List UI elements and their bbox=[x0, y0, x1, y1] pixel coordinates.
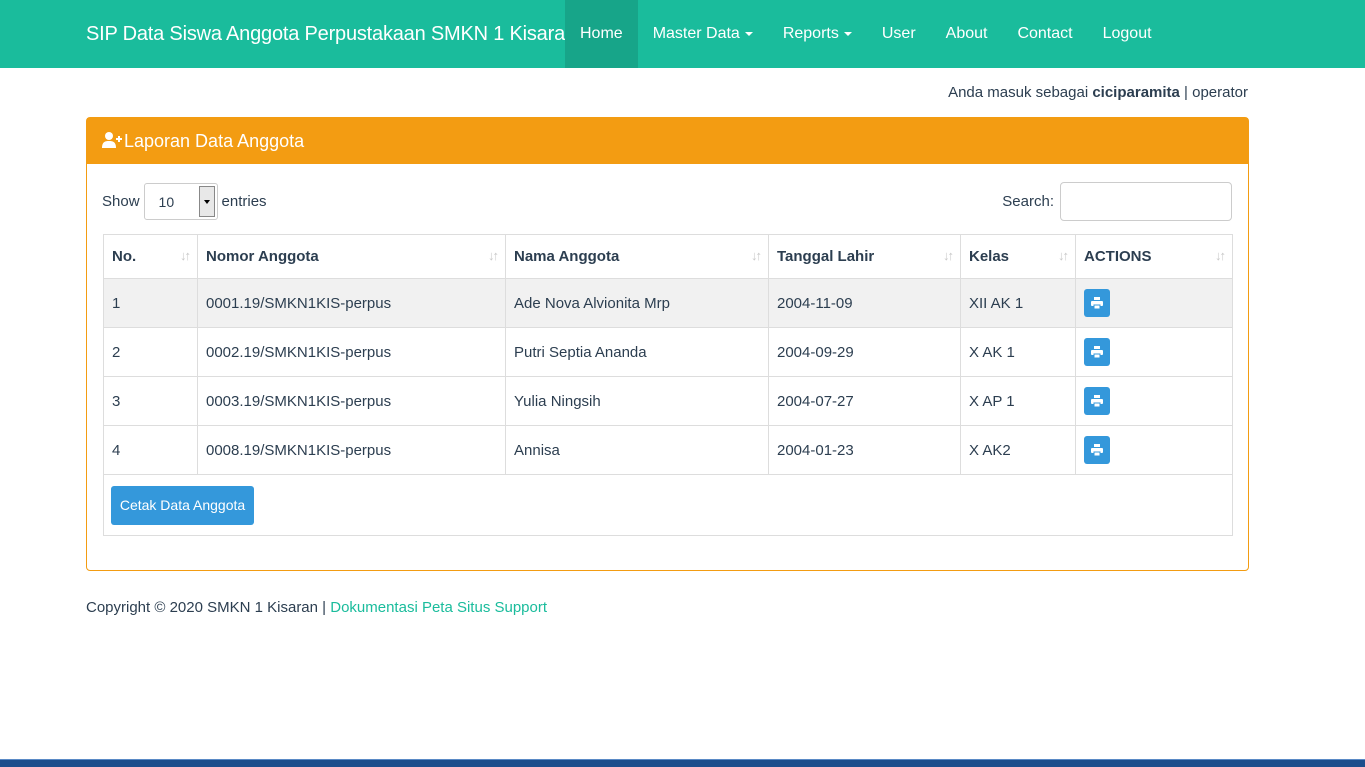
col-header-nama[interactable]: Nama Anggota ↓↑ bbox=[505, 234, 769, 279]
cell-tanggal: 2004-07-27 bbox=[768, 376, 961, 426]
cetak-data-button[interactable]: Cetak Data Anggota bbox=[111, 486, 254, 525]
col-header-label: Kelas bbox=[969, 248, 1010, 265]
table-header-row: No. ↓↑ Nomor Anggota ↓↑ Nama Anggota ↓↑ Tan… bbox=[103, 234, 1233, 279]
brand-title[interactable]: SIP Data Siswa Anggota Perpustakaan SMKN… bbox=[86, 0, 576, 68]
caret-down-icon bbox=[744, 31, 753, 36]
table-footer-frame bbox=[103, 475, 1233, 536]
navbar: SIP Data Siswa Anggota Perpustakaan SMKN… bbox=[0, 0, 1365, 68]
entries-select[interactable]: 10 bbox=[143, 183, 218, 220]
sort-icon: ↓↑ bbox=[1058, 248, 1069, 263]
report-panel: Laporan Data Anggota Show 10 entries Sea… bbox=[86, 117, 1249, 571]
caret-down-icon bbox=[843, 31, 852, 36]
print-icon bbox=[1091, 444, 1103, 456]
cell-actions bbox=[1075, 376, 1233, 426]
copyright-text: Copyright © 2020 SMKN 1 Kisaran | bbox=[86, 599, 327, 616]
nav-master-data[interactable]: Master Data bbox=[638, 0, 768, 68]
cell-actions bbox=[1075, 327, 1233, 377]
cell-nomor: 0002.19/SMKN1KIS-perpus bbox=[197, 327, 506, 377]
col-header-nomor[interactable]: Nomor Anggota ↓↑ bbox=[197, 234, 506, 279]
nav-reports[interactable]: Reports bbox=[768, 0, 867, 68]
print-button[interactable] bbox=[1084, 289, 1110, 317]
sort-icon: ↓↑ bbox=[751, 248, 762, 263]
cell-kelas: XII AK 1 bbox=[960, 278, 1076, 328]
entries-control: Show 10 entries bbox=[102, 183, 267, 220]
cell-nomor: 0001.19/SMKN1KIS-perpus bbox=[197, 278, 506, 328]
table-row: 3 0003.19/SMKN1KIS-perpus Yulia Ningsih … bbox=[103, 376, 1233, 426]
sort-icon: ↓↑ bbox=[488, 248, 499, 263]
nav-user-label: User bbox=[881, 25, 916, 42]
cell-kelas: X AP 1 bbox=[960, 376, 1076, 426]
print-button[interactable] bbox=[1084, 338, 1110, 366]
entries-label: entries bbox=[221, 193, 267, 210]
login-info: Anda masuk sebagai ciciparamita | operat… bbox=[948, 84, 1248, 101]
user-plus-icon bbox=[102, 119, 124, 165]
cell-nama: Yulia Ningsih bbox=[505, 376, 769, 426]
cell-nomor: 0008.19/SMKN1KIS-perpus bbox=[197, 425, 506, 475]
show-label: Show bbox=[102, 193, 140, 210]
search-input[interactable] bbox=[1060, 182, 1232, 221]
cell-tanggal: 2004-01-23 bbox=[768, 425, 961, 475]
login-role: operator bbox=[1192, 84, 1248, 101]
nav-logout-label: Logout bbox=[1102, 25, 1152, 42]
cell-nama: Annisa bbox=[505, 425, 769, 475]
nav-menu: Home Master Data Reports User About Cont… bbox=[565, 0, 1167, 68]
members-table: No. ↓↑ Nomor Anggota ↓↑ Nama Anggota ↓↑ Tan… bbox=[103, 234, 1233, 475]
col-header-label: ACTIONS bbox=[1084, 248, 1152, 265]
login-prefix: Anda masuk sebagai bbox=[948, 84, 1089, 101]
sort-icon: ↓↑ bbox=[1215, 248, 1226, 263]
nav-about-label: About bbox=[945, 25, 988, 42]
login-username: ciciparamita bbox=[1092, 84, 1180, 101]
cell-nama: Ade Nova Alvionita Mrp bbox=[505, 278, 769, 328]
print-icon bbox=[1091, 395, 1103, 407]
cell-tanggal: 2004-09-29 bbox=[768, 327, 961, 377]
os-taskbar bbox=[0, 759, 1365, 767]
search-label: Search: bbox=[1002, 193, 1054, 210]
nav-about[interactable]: About bbox=[931, 0, 1003, 68]
panel-heading: Laporan Data Anggota bbox=[87, 118, 1248, 164]
table-row: 1 0001.19/SMKN1KIS-perpus Ade Nova Alvio… bbox=[103, 278, 1233, 328]
col-header-label: Nomor Anggota bbox=[206, 248, 319, 265]
print-button[interactable] bbox=[1084, 387, 1110, 415]
footer: Copyright © 2020 SMKN 1 Kisaran | Dokume… bbox=[86, 599, 547, 616]
nav-contact[interactable]: Contact bbox=[1002, 0, 1087, 68]
col-header-label: Tanggal Lahir bbox=[777, 248, 875, 265]
col-header-no[interactable]: No. ↓↑ bbox=[103, 234, 198, 279]
cell-no: 4 bbox=[103, 425, 198, 475]
search-control: Search: bbox=[1002, 182, 1232, 221]
table-row: 2 0002.19/SMKN1KIS-perpus Putri Septia A… bbox=[103, 327, 1233, 377]
print-icon bbox=[1091, 297, 1103, 309]
cell-no: 3 bbox=[103, 376, 198, 426]
col-header-tanggal[interactable]: Tanggal Lahir ↓↑ bbox=[768, 234, 961, 279]
cell-tanggal: 2004-11-09 bbox=[768, 278, 961, 328]
sort-icon: ↓↑ bbox=[180, 248, 191, 263]
col-header-label: No. bbox=[112, 248, 137, 265]
cell-actions bbox=[1075, 278, 1233, 328]
cell-no: 1 bbox=[103, 278, 198, 328]
print-button[interactable] bbox=[1084, 436, 1110, 464]
nav-logout[interactable]: Logout bbox=[1088, 0, 1167, 68]
cell-no: 2 bbox=[103, 327, 198, 377]
nav-reports-label: Reports bbox=[782, 25, 839, 42]
cell-nama: Putri Septia Ananda bbox=[505, 327, 769, 377]
nav-user[interactable]: User bbox=[867, 0, 931, 68]
cell-actions bbox=[1075, 425, 1233, 475]
sort-icon: ↓↑ bbox=[943, 248, 954, 263]
col-header-actions[interactable]: ACTIONS ↓↑ bbox=[1075, 234, 1233, 279]
login-separator: | bbox=[1184, 84, 1188, 101]
col-header-label: Nama Anggota bbox=[514, 248, 620, 265]
dropdown-arrow-icon[interactable] bbox=[198, 186, 215, 217]
cell-kelas: X AK 1 bbox=[960, 327, 1076, 377]
table-row: 4 0008.19/SMKN1KIS-perpus Annisa 2004-01… bbox=[103, 425, 1233, 475]
nav-master-data-label: Master Data bbox=[652, 25, 740, 42]
nav-home[interactable]: Home bbox=[565, 0, 638, 68]
print-icon bbox=[1091, 346, 1103, 358]
cell-nomor: 0003.19/SMKN1KIS-perpus bbox=[197, 376, 506, 426]
entries-value: 10 bbox=[158, 194, 175, 210]
nav-contact-label: Contact bbox=[1017, 25, 1073, 42]
col-header-kelas[interactable]: Kelas ↓↑ bbox=[960, 234, 1076, 279]
panel-title: Laporan Data Anggota bbox=[124, 131, 305, 151]
footer-link[interactable]: Dokumentasi Peta Situs Support bbox=[330, 599, 547, 616]
nav-home-label: Home bbox=[580, 25, 623, 42]
cell-kelas: X AK2 bbox=[960, 425, 1076, 475]
